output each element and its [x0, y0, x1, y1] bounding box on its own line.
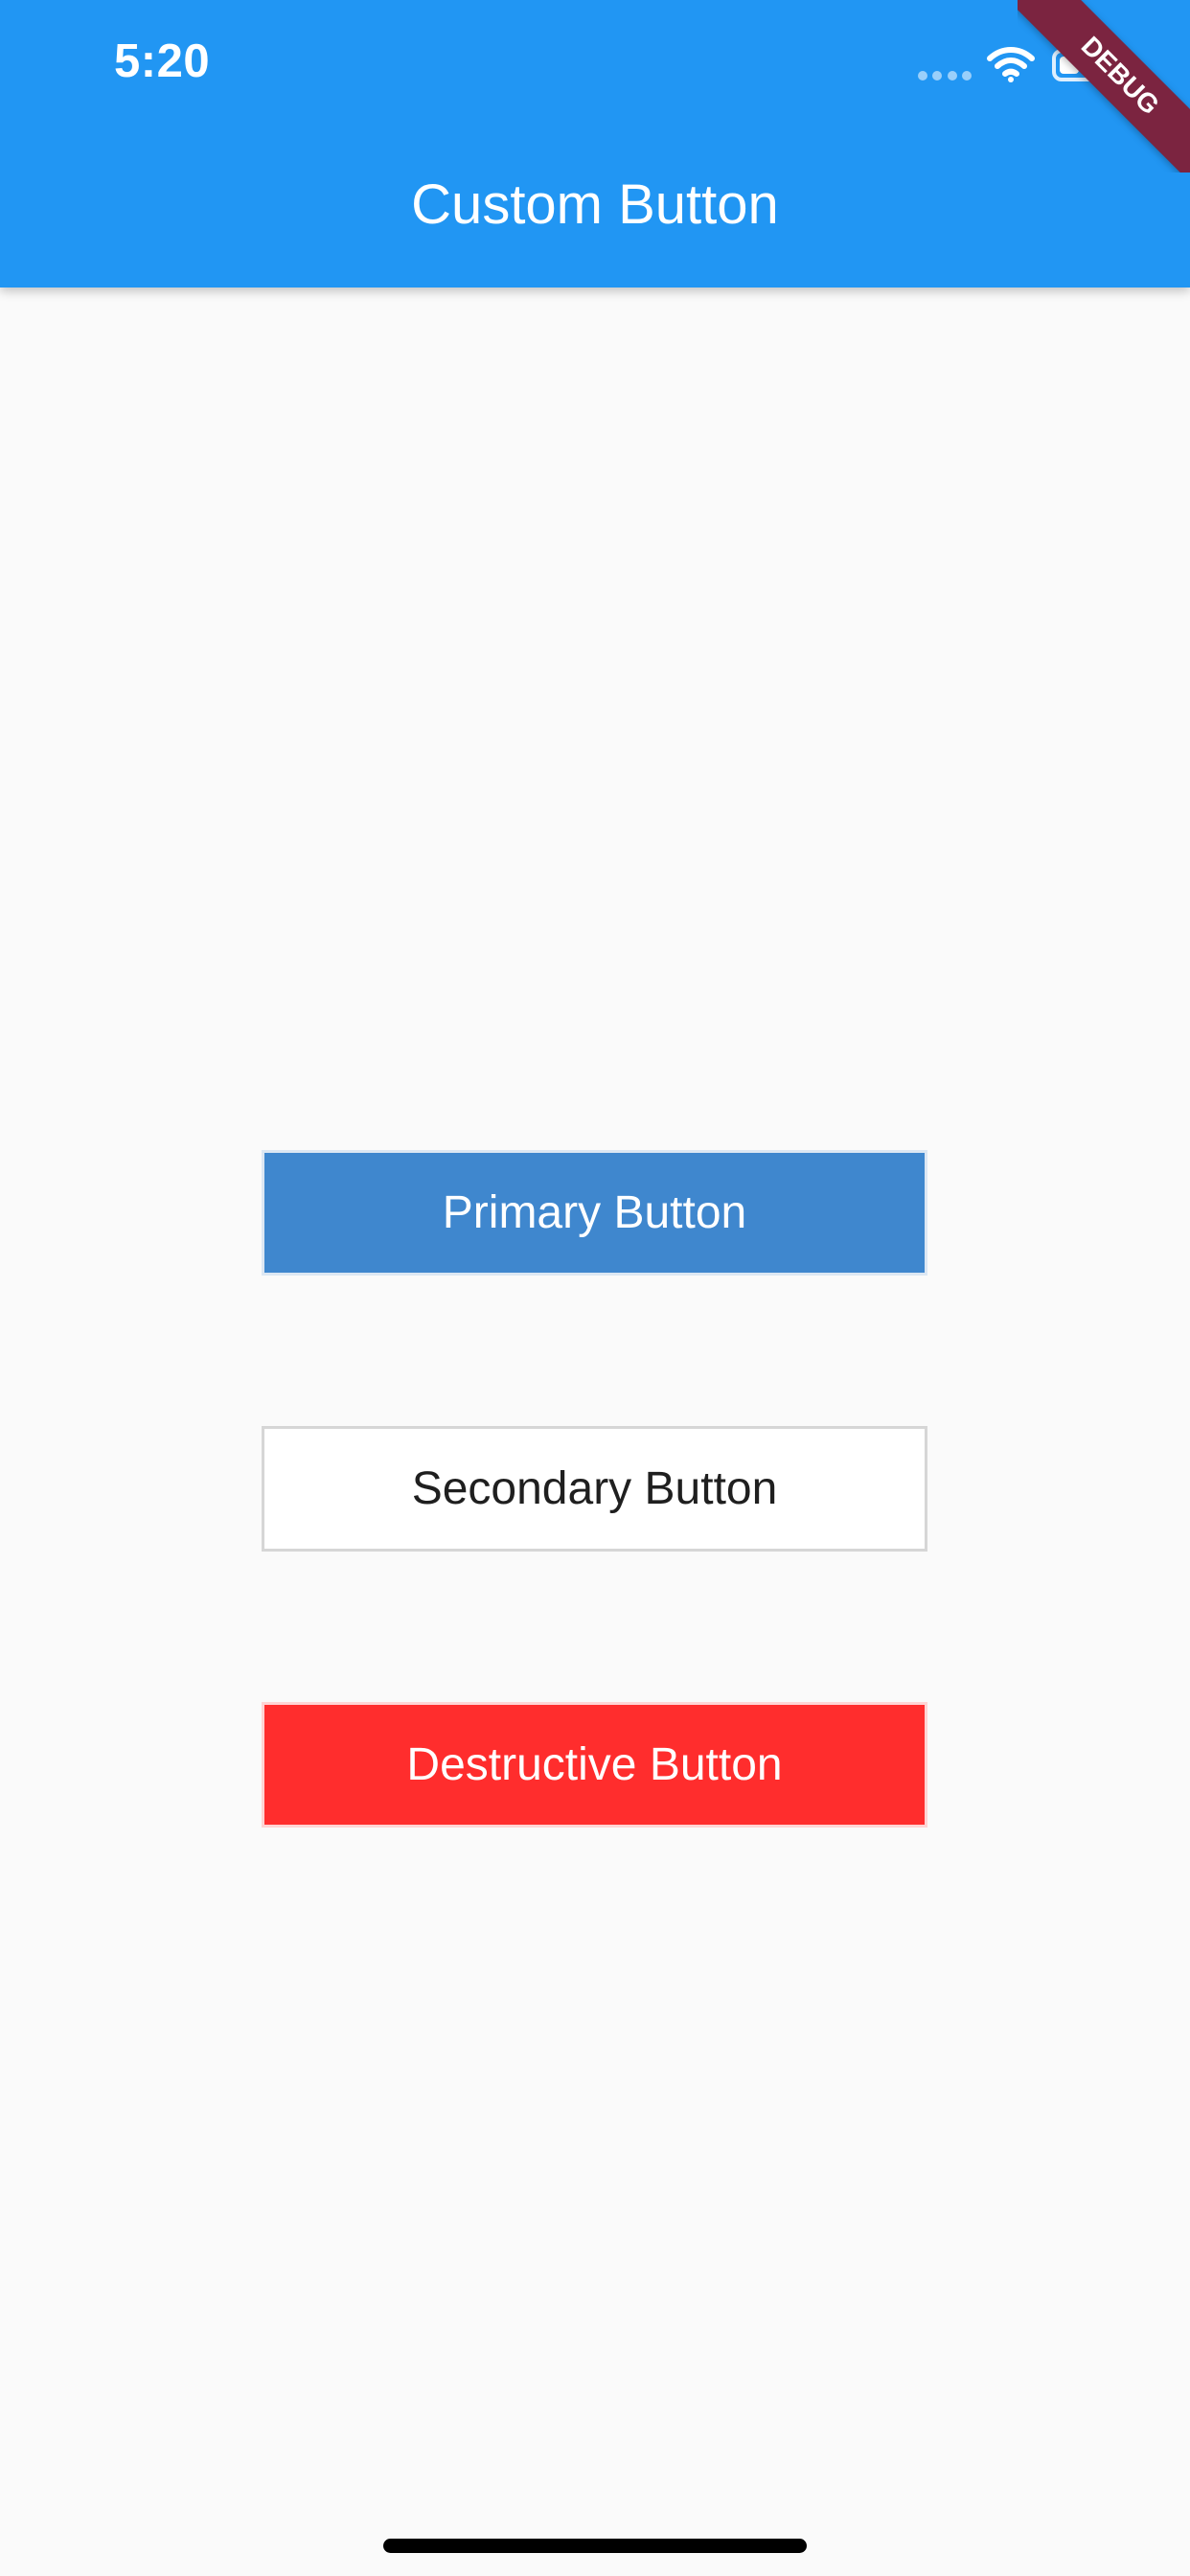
- signal-dot: [961, 71, 972, 80]
- primary-button[interactable]: Primary Button: [262, 1150, 927, 1276]
- page-title: Custom Button: [411, 173, 779, 236]
- home-indicator[interactable]: [383, 2539, 807, 2553]
- secondary-button[interactable]: Secondary Button: [262, 1426, 927, 1552]
- signal-dot: [918, 71, 927, 80]
- signal-dot: [932, 71, 943, 80]
- signal-strength-icon: [918, 70, 972, 81]
- destructive-button[interactable]: Destructive Button: [262, 1702, 927, 1828]
- signal-dot: [947, 71, 957, 80]
- status-time: 5:20: [114, 35, 211, 87]
- app-bar: 5:20 Custom Button: [0, 0, 1190, 288]
- wifi-icon: [987, 47, 1035, 82]
- battery-icon: [1052, 49, 1111, 81]
